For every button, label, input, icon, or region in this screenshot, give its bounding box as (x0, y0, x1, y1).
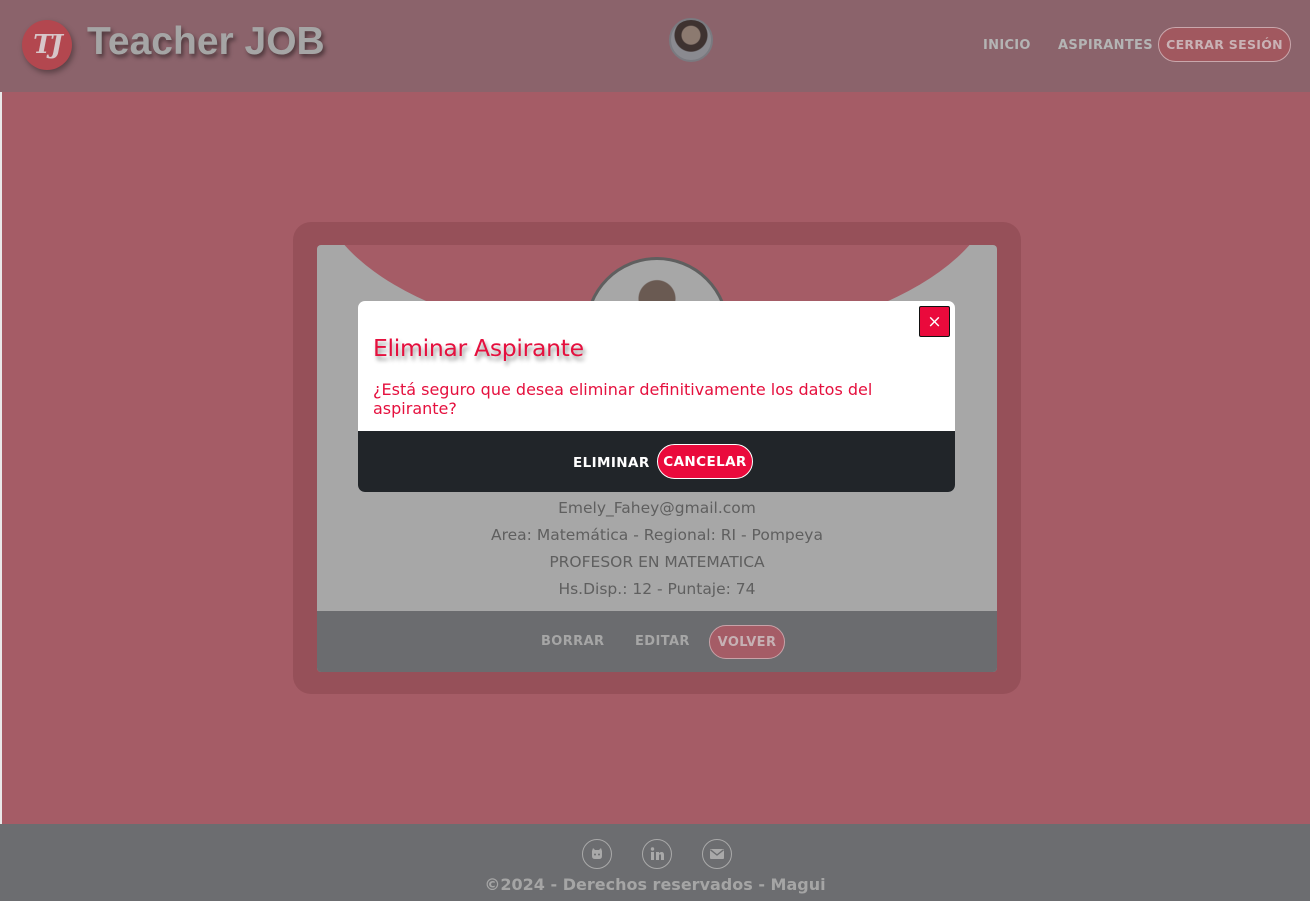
user-avatar[interactable] (669, 18, 713, 62)
card-footer: BORRAR EDITAR VOLVER (317, 611, 997, 672)
navbar: TJ Teacher JOB INICIO ASPIRANTES CERRAR … (0, 0, 1310, 92)
aspirant-hours: Hs.Disp.: 12 - Puntaje: 74 (558, 580, 756, 598)
delete-confirm-modal: × Eliminar Aspirante ¿Está seguro que de… (358, 301, 955, 492)
mail-icon[interactable] (702, 839, 732, 869)
brand-name[interactable]: Teacher JOB (87, 20, 325, 64)
modal-footer: ELIMINAR CANCELAR (358, 431, 955, 492)
close-icon[interactable]: × (919, 306, 950, 337)
modal-message: ¿Está seguro que desea eliminar definiti… (373, 380, 873, 418)
brand-logo[interactable]: TJ (22, 20, 72, 70)
nav-link-aspirantes[interactable]: ASPIRANTES (1058, 38, 1153, 53)
delete-button[interactable]: BORRAR (541, 634, 604, 649)
linkedin-icon[interactable] (642, 839, 672, 869)
edit-button[interactable]: EDITAR (635, 634, 690, 649)
nav-link-inicio[interactable]: INICIO (983, 38, 1031, 53)
aspirant-area: Area: Matemática - Regional: RI - Pompey… (491, 526, 823, 544)
aspirant-email: Emely_Fahey@gmail.com (558, 499, 756, 517)
copyright-text: ©2024 - Derechos reservados - Magui (484, 875, 826, 894)
page-footer: ©2024 - Derechos reservados - Magui (0, 824, 1310, 901)
page-edge (0, 92, 2, 901)
cancel-button[interactable]: CANCELAR (657, 444, 753, 479)
github-icon[interactable] (582, 839, 612, 869)
logout-button[interactable]: CERRAR SESIÓN (1158, 27, 1291, 62)
aspirant-title: PROFESOR EN MATEMATICA (549, 553, 765, 571)
modal-title: Eliminar Aspirante (373, 334, 584, 362)
confirm-delete-button[interactable]: ELIMINAR (573, 455, 650, 471)
back-button[interactable]: VOLVER (709, 625, 785, 659)
